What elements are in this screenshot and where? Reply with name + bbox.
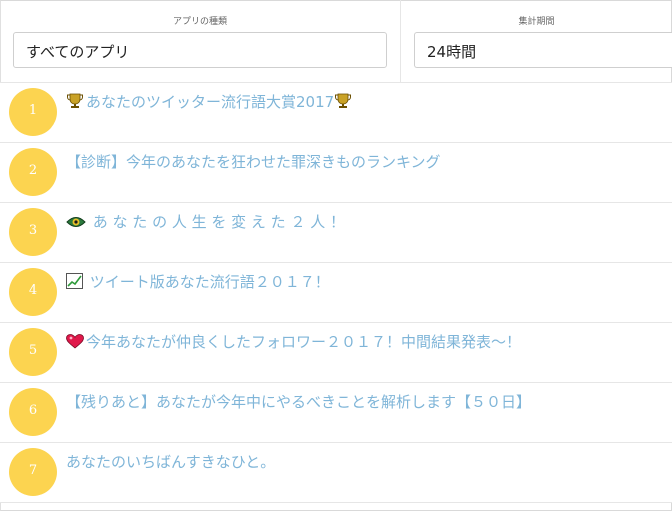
ranking-row: 6 【残りあと】あなたが今年中にやるべきことを解析します【５０日】 [0,383,672,443]
app-title-text: ツイート版あなた流行語２０１７！ [85,273,330,291]
rank-badge: 5 [9,328,57,376]
ranking-row: 3 あ な た の 人 生 を 変 え た ２ 人 ！ [0,203,672,263]
rank-badge: 4 [9,268,57,316]
app-title-link[interactable]: ツイート版あなた流行語２０１７！ [66,271,330,292]
app-title-link[interactable]: 今年あなたが仲良くしたフォロワー２０１７！中間結果発表～！ [66,331,521,352]
rank-number: 7 [28,463,38,478]
rank-badge: 3 [9,208,57,256]
app-title-text: あなたのいちばんすきなひと。 [66,453,276,471]
ranking-row: 2 【診断】今年のあなたを狂わせた罪深きものランキング [0,143,672,203]
trophy-icon [335,93,352,108]
period-value: 24時間 [427,43,477,61]
app-type-select[interactable]: すべてのアプリ [13,32,387,68]
app-title-link[interactable]: 【診断】今年のあなたを狂わせた罪深きものランキング [66,151,441,172]
chart-icon [66,273,83,289]
app-title-text: あなたのツイッター流行語大賞2017 [86,93,335,111]
app-title-link[interactable]: あなたのいちばんすきなひと。 [66,451,275,472]
rank-badge: 6 [9,388,57,436]
rank-number: 1 [28,103,38,118]
period-filter: 集計期間 24時間 [401,0,672,82]
rank-number: 4 [28,283,38,298]
heart-icon [66,334,84,349]
rank-badge: 2 [9,148,57,196]
rank-number: 6 [28,403,38,418]
rank-badge: 7 [9,448,57,496]
period-label: 集計期間 [518,17,555,27]
rank-number: 5 [28,343,38,358]
app-title-link[interactable]: 【残りあと】あなたが今年中にやるべきことを解析します【５０日】 [66,391,531,412]
period-select[interactable]: 24時間 [414,32,672,68]
app-type-value: すべてのアプリ [26,43,130,61]
app-type-label: アプリの種類 [172,17,227,27]
ranking-row: 7 あなたのいちばんすきなひと。 [0,443,672,503]
ranking-row: 1 あなたのツイッター流行語大賞2017 [0,83,672,143]
ranking-list: 1 あなたのツイッター流行語大賞2017 2 【診断】今年のあなたを狂わせた罪深… [0,83,672,503]
eye-icon [66,217,86,227]
app-title-text: あ な た の 人 生 を 変 え た ２ 人 ！ [88,213,345,231]
app-title-link[interactable]: あなたのツイッター流行語大賞2017 [66,91,354,112]
app-type-filter: アプリの種類 すべてのアプリ [0,0,401,82]
app-title-text: 【診断】今年のあなたを狂わせた罪深きものランキング [66,153,441,171]
rank-badge: 1 [9,88,57,136]
ranking-row: 4 ツイート版あなた流行語２０１７！ [0,263,672,323]
filter-bar: アプリの種類 すべてのアプリ 集計期間 24時間 [0,0,672,83]
ranking-row: 5 今年あなたが仲良くしたフォロワー２０１７！中間結果発表～！ [0,323,672,383]
app-title-text: 【残りあと】あなたが今年中にやるべきことを解析します【５０日】 [66,393,532,411]
trophy-icon [67,93,83,108]
app-title-link[interactable]: あ な た の 人 生 を 変 え た ２ 人 ！ [66,211,345,232]
app-title-text: 今年あなたが仲良くしたフォロワー２０１７！中間結果発表～！ [86,333,522,351]
rank-number: 2 [28,163,38,178]
rank-number: 3 [28,223,38,238]
